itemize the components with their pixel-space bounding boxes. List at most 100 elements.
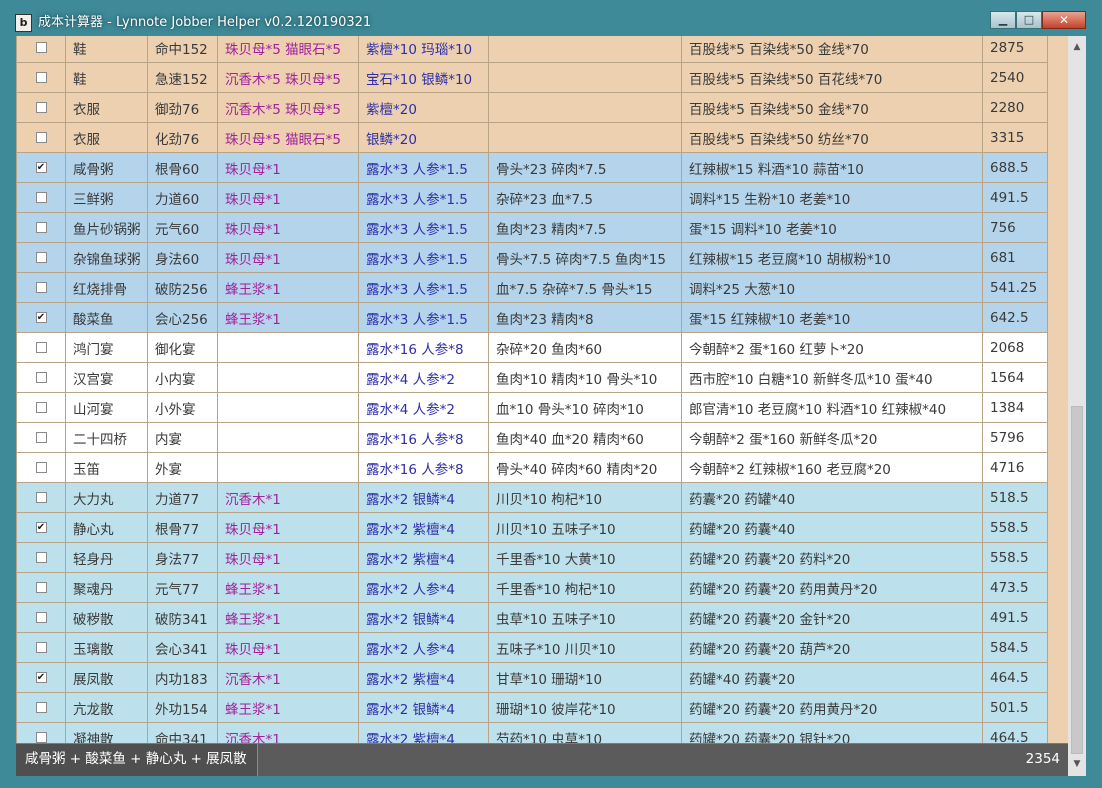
row-name: 杂锦鱼球粥 [65, 242, 148, 273]
total-cost: 2354 [1025, 751, 1060, 767]
row-material-common: 露水*3 人参*1.5 [358, 152, 489, 183]
table-row[interactable]: 汉宫宴 小内宴 露水*4 人参*2 鱼肉*10 精肉*10 骨头*10 西市腔*10 白… [16, 362, 1048, 393]
row-checkbox[interactable] [35, 612, 47, 623]
row-cost: 5796 [982, 422, 1048, 453]
vertical-scrollbar[interactable]: ▲ ▼ [1068, 36, 1086, 776]
close-button[interactable]: ✕ [1042, 11, 1086, 29]
row-attribute: 身法60 [147, 242, 218, 273]
table-row[interactable]: 红烧排骨 破防256 蜂王浆*1 露水*3 人参*1.5 血*7.5 杂碎*7.5 骨头… [16, 272, 1048, 303]
maximize-button[interactable]: □ [1016, 11, 1042, 29]
table-row[interactable]: 亢龙散 外功154 蜂王浆*1 露水*2 银鳞*4 珊瑚*10 彼岸花*10 药罐*20 … [16, 692, 1048, 723]
row-name: 鞋 [65, 62, 148, 93]
row-checkbox[interactable] [35, 42, 47, 53]
row-cost: 1384 [982, 392, 1048, 423]
row-material-common: 露水*2 紫檀*4 [358, 662, 489, 693]
row-material-extra: 药罐*20 药囊*20 药用黄丹*20 [681, 572, 983, 603]
row-material-extra: 药罐*20 药囊*20 葫芦*20 [681, 632, 983, 663]
row-checkbox[interactable] [35, 492, 47, 503]
row-checkbox[interactable] [35, 552, 47, 563]
row-checkbox[interactable] [35, 432, 47, 443]
row-checkbox[interactable] [35, 252, 47, 263]
row-checkbox-cell [16, 452, 66, 483]
table-row[interactable]: 鸿门宴 御化宴 露水*16 人参*8 杂碎*20 鱼肉*60 今朝醉*2 蛋*160 红… [16, 332, 1048, 363]
row-cost: 473.5 [982, 572, 1048, 603]
row-checkbox[interactable]: ✔ [35, 162, 47, 173]
row-cost: 2540 [982, 62, 1048, 93]
row-material-rare: 珠贝母*1 [217, 542, 359, 573]
row-checkbox[interactable] [35, 222, 47, 233]
row-cost: 491.5 [982, 182, 1048, 213]
row-checkbox[interactable] [35, 402, 47, 413]
table-row[interactable]: 鞋急速152 沉香木*5 珠贝母*5 宝石*10 银鳞*10 百股线*5 百染线*50… [16, 62, 1048, 93]
row-material-ingredient: 千里香*10 枸杞*10 [488, 572, 682, 603]
table-row[interactable]: 衣服 化劲76 珠贝母*5 猫眼石*5 银鳞*20 百股线*5 百染线*50 纺丝*70… [16, 122, 1048, 153]
row-name: 鱼片砂锅粥 [65, 212, 148, 243]
row-material-rare: 珠贝母*1 [217, 242, 359, 273]
table-row[interactable]: 凝神散 命中341 沉香木*1 露水*2 紫檀*4 芍药*10 虫草*10 药罐*20 药… [16, 722, 1048, 743]
table-row[interactable]: 鞋命中152 珠贝母*5 猫眼石*5 紫檀*10 玛瑙*10 百股线*5 百染线*50… [16, 36, 1048, 63]
row-cost: 501.5 [982, 692, 1048, 723]
row-attribute: 会心341 [147, 632, 218, 663]
scroll-down-icon[interactable]: ▼ [1068, 756, 1086, 773]
row-cost: 4716 [982, 452, 1048, 483]
row-material-extra: 百股线*5 百染线*50 金线*70 [681, 92, 983, 123]
table-row[interactable]: 轻身丹 身法77 珠贝母*1 露水*2 紫檀*4 千里香*10 大黄*10 药罐*20 药… [16, 542, 1048, 573]
row-checkbox[interactable] [35, 132, 47, 143]
row-checkbox-cell [16, 242, 66, 273]
row-attribute: 元气77 [147, 572, 218, 603]
row-checkbox[interactable]: ✔ [35, 312, 47, 323]
row-checkbox[interactable]: ✔ [35, 522, 47, 533]
row-material-extra: 药罐*20 药囊*20 银针*20 [681, 722, 983, 743]
table-row[interactable]: 破秽散 破防341 蜂王浆*1 露水*2 银鳞*4 虫草*10 五味子*10 药罐*20 … [16, 602, 1048, 633]
row-checkbox-cell [16, 572, 66, 603]
row-material-rare [217, 452, 359, 483]
row-material-ingredient: 鱼肉*40 血*20 精肉*60 [488, 422, 682, 453]
row-checkbox-cell: ✔ [16, 302, 66, 333]
table-row[interactable]: ✔ 咸骨粥 根骨60 珠贝母*1 露水*3 人参*1.5 骨头*23 碎肉*7.5 红辣椒*… [16, 152, 1048, 183]
row-attribute: 命中341 [147, 722, 218, 743]
row-checkbox[interactable] [35, 282, 47, 293]
minimize-button[interactable]: ▁ [990, 11, 1016, 29]
recipe-table-body: 鞋命中152 珠贝母*5 猫眼石*5 紫檀*10 玛瑙*10 百股线*5 百染线*50… [16, 36, 1048, 743]
scrollbar-thumb[interactable] [1071, 406, 1083, 754]
row-material-common: 银鳞*20 [358, 122, 489, 153]
row-checkbox[interactable] [35, 462, 47, 473]
row-checkbox[interactable] [35, 72, 47, 83]
row-checkbox-cell [16, 212, 66, 243]
row-checkbox[interactable] [35, 582, 47, 593]
table-row[interactable]: 山河宴 小外宴 露水*4 人参*2 血*10 骨头*10 碎肉*10 郎官清*10 老豆… [16, 392, 1048, 423]
table-row[interactable]: 聚魂丹 元气77 蜂王浆*1 露水*2 人参*4 千里香*10 枸杞*10 药罐*20 药… [16, 572, 1048, 603]
row-material-common: 露水*2 银鳞*4 [358, 482, 489, 513]
table-row[interactable]: 三鲜粥 力道60 珠贝母*1 露水*3 人参*1.5 杂碎*23 血*7.5 调料*15 … [16, 182, 1048, 213]
row-material-ingredient: 鱼肉*10 精肉*10 骨头*10 [488, 362, 682, 393]
row-checkbox[interactable] [35, 642, 47, 653]
row-checkbox[interactable] [35, 702, 47, 713]
row-material-extra: 调料*15 生粉*10 老姜*10 [681, 182, 983, 213]
table-row[interactable]: 大力丸 力道77 沉香木*1 露水*2 银鳞*4 川贝*10 枸杞*10 药囊*20 药罐… [16, 482, 1048, 513]
row-checkbox[interactable] [35, 732, 47, 743]
row-checkbox[interactable] [35, 342, 47, 353]
row-material-extra: 西市腔*10 白糖*10 新鲜冬瓜*10 蛋*40 [681, 362, 983, 393]
table-row[interactable]: ✔ 静心丸 根骨77 珠贝母*1 露水*2 紫檀*4 川贝*10 五味子*10 药罐*20 … [16, 512, 1048, 543]
table-row[interactable]: ✔ 酸菜鱼 会心256 蜂王浆*1 露水*3 人参*1.5 鱼肉*23 精肉*8 蛋*15 … [16, 302, 1048, 333]
scroll-up-icon[interactable]: ▲ [1068, 39, 1086, 56]
row-material-common: 宝石*10 银鳞*10 [358, 62, 489, 93]
row-attribute: 化劲76 [147, 122, 218, 153]
row-checkbox[interactable] [35, 102, 47, 113]
row-material-rare: 珠贝母*1 [217, 212, 359, 243]
table-row[interactable]: 二十四桥 内宴 露水*16 人参*8 鱼肉*40 血*20 精肉*60 今朝醉*2 蛋*… [16, 422, 1048, 453]
table-row[interactable]: 杂锦鱼球粥 身法60 珠贝母*1 露水*3 人参*1.5 骨头*7.5 碎肉*7.5 鱼… [16, 242, 1048, 273]
row-material-common: 露水*2 人参*4 [358, 572, 489, 603]
table-row[interactable]: 玉笛 外宴 露水*16 人参*8 骨头*40 碎肉*60 精肉*20 今朝醉*2 红辣椒… [16, 452, 1048, 483]
table-row[interactable]: 鱼片砂锅粥 元气60 珠贝母*1 露水*3 人参*1.5 鱼肉*23 精肉*7.5 蛋*1… [16, 212, 1048, 243]
table-row[interactable]: 玉璃散 会心341 珠贝母*1 露水*2 人参*4 五味子*10 川贝*10 药罐*20 … [16, 632, 1048, 663]
row-checkbox[interactable] [35, 192, 47, 203]
row-material-ingredient: 血*7.5 杂碎*7.5 骨头*15 [488, 272, 682, 303]
row-checkbox[interactable] [35, 372, 47, 383]
title-bar[interactable]: b 成本计算器 - Lynnote Jobber Helper v0.2.120… [0, 0, 1102, 36]
table-row[interactable]: ✔ 展凤散 内功183 沉香木*1 露水*2 紫檀*4 甘草*10 珊瑚*10 药罐*40 … [16, 662, 1048, 693]
row-checkbox[interactable]: ✔ [35, 672, 47, 683]
table-row[interactable]: 衣服 御劲76 沉香木*5 珠贝母*5 紫檀*20 百股线*5 百染线*50 金线*70… [16, 92, 1048, 123]
row-checkbox-cell [16, 332, 66, 363]
row-material-ingredient [488, 62, 682, 93]
